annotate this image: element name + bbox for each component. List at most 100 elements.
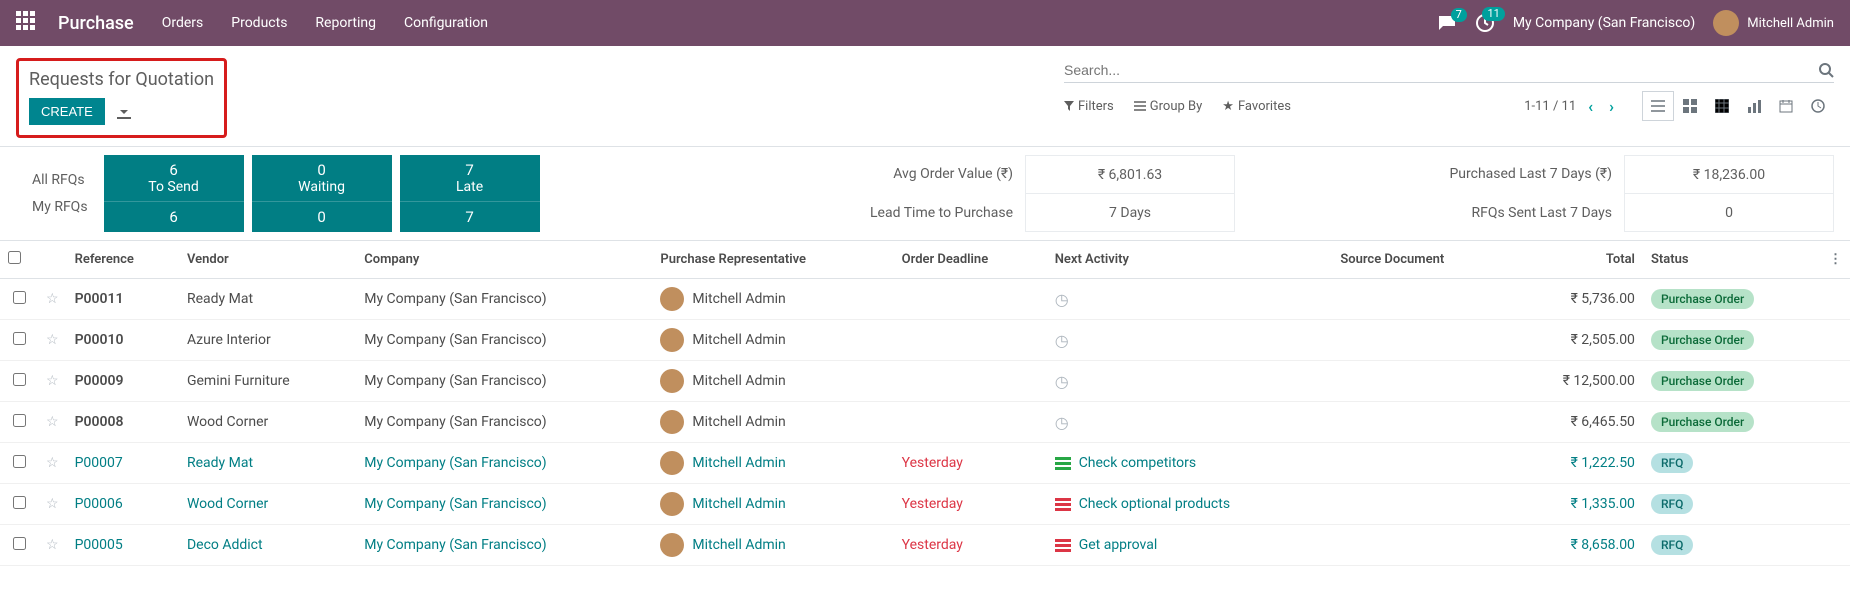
nav-reporting[interactable]: Reporting (315, 15, 376, 31)
activity-text[interactable]: Check optional products (1079, 496, 1230, 512)
cell-rep[interactable]: Mitchell Admin (692, 455, 785, 471)
app-brand[interactable]: Purchase (58, 13, 134, 34)
nav-products[interactable]: Products (231, 15, 287, 31)
cell-rep[interactable]: Mitchell Admin (692, 373, 785, 389)
dash-card[interactable]: 7Late7 (400, 155, 540, 232)
create-button[interactable]: CREATE (29, 98, 105, 125)
star-icon[interactable]: ☆ (38, 361, 67, 402)
table-row[interactable]: ☆ P00010 Azure Interior My Company (San … (0, 320, 1850, 361)
star-icon[interactable]: ☆ (38, 279, 67, 320)
cell-rep[interactable]: Mitchell Admin (692, 496, 785, 512)
apps-menu-icon[interactable] (16, 11, 40, 35)
view-list[interactable] (1642, 91, 1674, 121)
col-deadline[interactable]: Order Deadline (894, 241, 1047, 279)
cell-vendor[interactable]: Ready Mat (187, 291, 253, 307)
cell-rep[interactable]: Mitchell Admin (692, 332, 785, 348)
row-checkbox[interactable] (13, 414, 26, 427)
cell-vendor[interactable]: Deco Addict (187, 537, 263, 553)
cell-rep[interactable]: Mitchell Admin (692, 414, 785, 430)
row-checkbox[interactable] (13, 537, 26, 550)
row-checkbox[interactable] (13, 332, 26, 345)
row-checkbox[interactable] (13, 496, 26, 509)
star-icon[interactable]: ☆ (38, 484, 67, 525)
cell-company[interactable]: My Company (San Francisco) (364, 414, 546, 430)
cell-rep[interactable]: Mitchell Admin (692, 291, 785, 307)
cell-vendor[interactable]: Gemini Furniture (187, 373, 290, 389)
cell-vendor[interactable]: Azure Interior (187, 332, 271, 348)
view-kanban[interactable] (1674, 91, 1706, 121)
cell-vendor[interactable]: Wood Corner (187, 496, 268, 512)
col-reference[interactable]: Reference (67, 241, 179, 279)
star-icon[interactable]: ☆ (38, 443, 67, 484)
table-row[interactable]: ☆ P00005 Deco Addict My Company (San Fra… (0, 525, 1850, 566)
clock-icon[interactable] (1055, 416, 1069, 432)
col-total[interactable]: Total (1511, 241, 1643, 279)
cell-company[interactable]: My Company (San Francisco) (364, 373, 546, 389)
cell-vendor[interactable]: Ready Mat (187, 455, 253, 471)
groupby-button[interactable]: Group By (1134, 99, 1203, 114)
search-input[interactable] (1064, 62, 1818, 78)
table-row[interactable]: ☆ P00006 Wood Corner My Company (San Fra… (0, 484, 1850, 525)
star-icon[interactable]: ☆ (38, 320, 67, 361)
cell-rep[interactable]: Mitchell Admin (692, 537, 785, 553)
nav-orders[interactable]: Orders (162, 15, 204, 31)
col-source[interactable]: Source Document (1332, 241, 1511, 279)
dash-card[interactable]: 0Waiting0 (252, 155, 392, 232)
cell-vendor[interactable]: Wood Corner (187, 414, 268, 430)
dash-label-all[interactable]: All RFQs (32, 172, 88, 188)
cell-company[interactable]: My Company (San Francisco) (364, 496, 546, 512)
dash-label-my[interactable]: My RFQs (32, 199, 88, 215)
activity-icon[interactable]: 11 (1475, 13, 1495, 33)
activity-bars-icon[interactable] (1055, 457, 1071, 470)
col-vendor[interactable]: Vendor (179, 241, 356, 279)
search-bar[interactable] (1064, 58, 1834, 83)
view-activity[interactable] (1802, 91, 1834, 121)
col-activity[interactable]: Next Activity (1047, 241, 1333, 279)
star-icon[interactable]: ☆ (38, 402, 67, 443)
col-status[interactable]: Status (1643, 241, 1821, 279)
user-menu[interactable]: Mitchell Admin (1713, 10, 1834, 36)
activity-text[interactable]: Check competitors (1079, 455, 1196, 471)
column-options-icon[interactable] (1829, 252, 1842, 267)
activity-text[interactable]: Get approval (1079, 537, 1158, 553)
cell-reference[interactable]: P00005 (75, 537, 123, 553)
cell-company[interactable]: My Company (San Francisco) (364, 332, 546, 348)
cell-reference[interactable]: P00010 (75, 332, 124, 348)
row-checkbox[interactable] (13, 455, 26, 468)
cell-reference[interactable]: P00007 (75, 455, 123, 471)
clock-icon[interactable] (1055, 375, 1069, 391)
table-row[interactable]: ☆ P00008 Wood Corner My Company (San Fra… (0, 402, 1850, 443)
pager-prev[interactable]: ‹ (1584, 97, 1597, 116)
row-checkbox[interactable] (13, 291, 26, 304)
cell-company[interactable]: My Company (San Francisco) (364, 537, 546, 553)
cell-reference[interactable]: P00006 (75, 496, 123, 512)
filters-button[interactable]: Filters (1064, 99, 1114, 114)
row-checkbox[interactable] (13, 373, 26, 386)
favorites-button[interactable]: ★ Favorites (1222, 99, 1291, 114)
cell-reference[interactable]: P00008 (75, 414, 124, 430)
col-company[interactable]: Company (356, 241, 652, 279)
import-icon[interactable] (117, 105, 131, 119)
pager-text[interactable]: 1-11 / 11 (1524, 99, 1576, 114)
star-icon[interactable]: ☆ (38, 525, 67, 566)
cell-reference[interactable]: P00011 (75, 291, 124, 307)
col-rep[interactable]: Purchase Representative (652, 241, 893, 279)
table-row[interactable]: ☆ P00011 Ready Mat My Company (San Franc… (0, 279, 1850, 320)
activity-bars-icon[interactable] (1055, 539, 1071, 552)
search-icon[interactable] (1818, 62, 1834, 78)
view-calendar[interactable] (1770, 91, 1802, 121)
select-all-checkbox[interactable] (8, 251, 21, 264)
messaging-icon[interactable]: 7 (1437, 14, 1457, 32)
cell-company[interactable]: My Company (San Francisco) (364, 291, 546, 307)
cell-reference[interactable]: P00009 (75, 373, 124, 389)
view-graph[interactable] (1738, 91, 1770, 121)
company-selector[interactable]: My Company (San Francisco) (1513, 15, 1695, 31)
table-row[interactable]: ☆ P00007 Ready Mat My Company (San Franc… (0, 443, 1850, 484)
cell-company[interactable]: My Company (San Francisco) (364, 455, 546, 471)
table-row[interactable]: ☆ P00009 Gemini Furniture My Company (Sa… (0, 361, 1850, 402)
activity-bars-icon[interactable] (1055, 498, 1071, 511)
view-pivot[interactable] (1706, 91, 1738, 121)
pager-next[interactable]: › (1605, 97, 1618, 116)
dash-card[interactable]: 6To Send6 (104, 155, 244, 232)
nav-configuration[interactable]: Configuration (404, 15, 488, 31)
